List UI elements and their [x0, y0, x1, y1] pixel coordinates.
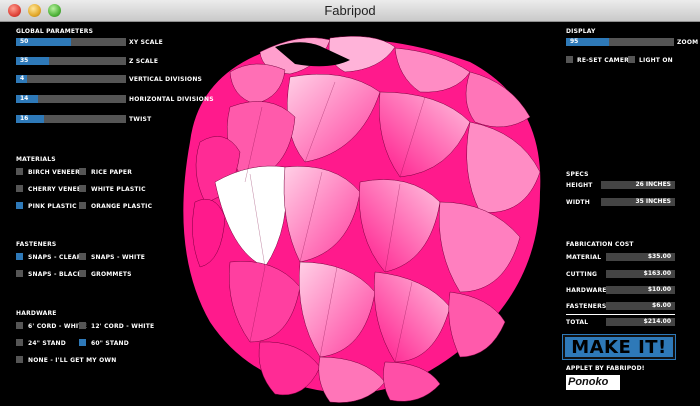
- width-value: 35 INCHES: [635, 198, 671, 205]
- specs-heading: SPECS: [566, 171, 589, 178]
- hardware-cost-field: $10.00: [606, 286, 675, 294]
- snaps-black-checkbox[interactable]: [16, 270, 23, 277]
- hardware-none-label: NONE - I'LL GET MY OWN: [28, 357, 117, 364]
- stand-24in-label: 24" STAND: [28, 340, 66, 347]
- ponoko-logo[interactable]: Ponoko: [566, 375, 620, 390]
- applet-credit: APPLET BY FABRIPOD!: [566, 365, 645, 372]
- rice-paper-label: RICE PAPER: [91, 169, 133, 176]
- materials-heading: MATERIALS: [16, 156, 56, 163]
- twist-slider[interactable]: 16: [16, 115, 126, 123]
- cherry-veneer-checkbox[interactable]: [16, 185, 23, 192]
- birch-veneer-checkbox[interactable]: [16, 168, 23, 175]
- material-cost-value: $35.00: [647, 253, 671, 260]
- zoom-value: 95: [570, 38, 579, 45]
- height-label: HEIGHT: [566, 182, 593, 189]
- fabrication-cost-heading: FABRICATION COST: [566, 241, 634, 248]
- window-title: Fabripod: [324, 3, 376, 18]
- cord-12ft-checkbox[interactable]: [79, 322, 86, 329]
- light-on-checkbox[interactable]: [628, 56, 635, 63]
- width-label: WIDTH: [566, 199, 590, 206]
- xy-scale-label: XY SCALE: [129, 39, 163, 46]
- zoom-label: ZOOM: [677, 39, 699, 46]
- material-cost-label: MATERIAL: [566, 254, 602, 261]
- cutting-cost-value: $163.00: [643, 270, 671, 277]
- display-heading: DISPLAY: [566, 28, 596, 35]
- minimize-window-button[interactable]: [28, 4, 41, 17]
- xy-scale-value: 50: [20, 38, 29, 45]
- birch-veneer-label: BIRCH VENEER: [28, 169, 80, 176]
- cord-12ft-label: 12' CORD - WHITE: [91, 323, 155, 330]
- twist-value: 16: [20, 115, 29, 122]
- make-it-button[interactable]: MAKE IT!: [562, 334, 676, 360]
- pink-plastic-label: PINK PLASTIC: [28, 203, 77, 210]
- fasteners-heading: FASTENERS: [16, 241, 57, 248]
- rice-paper-checkbox[interactable]: [79, 168, 86, 175]
- vertical-divisions-slider[interactable]: 4: [16, 75, 126, 83]
- reset-camera-checkbox[interactable]: [566, 56, 573, 63]
- close-window-button[interactable]: [8, 4, 21, 17]
- z-scale-label: Z SCALE: [129, 58, 159, 65]
- cutting-cost-field: $163.00: [606, 270, 675, 278]
- cutting-cost-label: CUTTING: [566, 271, 598, 278]
- reset-camera-label: RE-SET CAMERA: [577, 57, 634, 64]
- white-plastic-checkbox[interactable]: [79, 185, 86, 192]
- grommets-checkbox[interactable]: [79, 270, 86, 277]
- stand-24in-checkbox[interactable]: [16, 339, 23, 346]
- hardware-heading: HARDWARE: [16, 310, 57, 317]
- stand-60in-checkbox[interactable]: [79, 339, 86, 346]
- grommets-label: GROMMETS: [91, 271, 132, 278]
- pink-plastic-checkbox[interactable]: [16, 202, 23, 209]
- stand-60in-label: 60" STAND: [91, 340, 129, 347]
- xy-scale-slider[interactable]: 50: [16, 38, 126, 46]
- total-cost-field: $214.00: [606, 318, 675, 326]
- fasteners-cost-label: FASTENERS: [566, 303, 607, 310]
- hardware-cost-value: $10.00: [647, 286, 671, 293]
- snaps-black-label: SNAPS - BLACK: [28, 271, 83, 278]
- orange-plastic-checkbox[interactable]: [79, 202, 86, 209]
- title-bar: Fabripod: [0, 0, 700, 22]
- material-cost-field: $35.00: [606, 253, 675, 261]
- snaps-clear-checkbox[interactable]: [16, 253, 23, 260]
- snaps-white-checkbox[interactable]: [79, 253, 86, 260]
- total-cost-value: $214.00: [643, 318, 671, 325]
- zoom-window-button[interactable]: [48, 4, 61, 17]
- hardware-none-checkbox[interactable]: [16, 356, 23, 363]
- global-parameters-heading: GLOBAL PARAMETERS: [16, 28, 94, 35]
- snaps-clear-label: SNAPS - CLEAR: [28, 254, 82, 261]
- cord-6ft-checkbox[interactable]: [16, 322, 23, 329]
- lamp-petal: [465, 71, 531, 128]
- vertical-divisions-label: VERTICAL DIVISIONS: [129, 76, 203, 83]
- height-field: 26 INCHES: [601, 181, 675, 189]
- horizontal-divisions-value: 14: [20, 95, 29, 102]
- horizontal-divisions-slider[interactable]: 14: [16, 95, 126, 103]
- total-divider: [566, 314, 675, 315]
- horizontal-divisions-label: HORIZONTAL DIVISIONS: [129, 96, 214, 103]
- z-scale-slider[interactable]: 35: [16, 57, 126, 65]
- height-value: 26 INCHES: [635, 181, 671, 188]
- cherry-veneer-label: CHERRY VENEER: [28, 186, 87, 193]
- app-canvas: GLOBAL PARAMETERS 50 XY SCALE 35 Z SCALE…: [0, 22, 700, 406]
- z-scale-value: 35: [20, 57, 29, 64]
- fasteners-cost-value: $6.00: [652, 302, 671, 309]
- twist-label: TWIST: [129, 116, 152, 123]
- white-plastic-label: WHITE PLASTIC: [91, 186, 146, 193]
- snaps-white-label: SNAPS - WHITE: [91, 254, 146, 261]
- ponoko-logo-text: Ponoko: [568, 376, 609, 388]
- width-field: 35 INCHES: [601, 198, 675, 206]
- orange-plastic-label: ORANGE PLASTIC: [91, 203, 153, 210]
- total-cost-label: TOTAL: [566, 319, 589, 326]
- fasteners-cost-field: $6.00: [606, 302, 675, 310]
- zoom-slider[interactable]: 95: [566, 38, 674, 46]
- hardware-cost-label: HARDWARE: [566, 287, 607, 294]
- vertical-divisions-value: 4: [20, 75, 25, 82]
- light-on-label: LIGHT ON: [639, 57, 673, 64]
